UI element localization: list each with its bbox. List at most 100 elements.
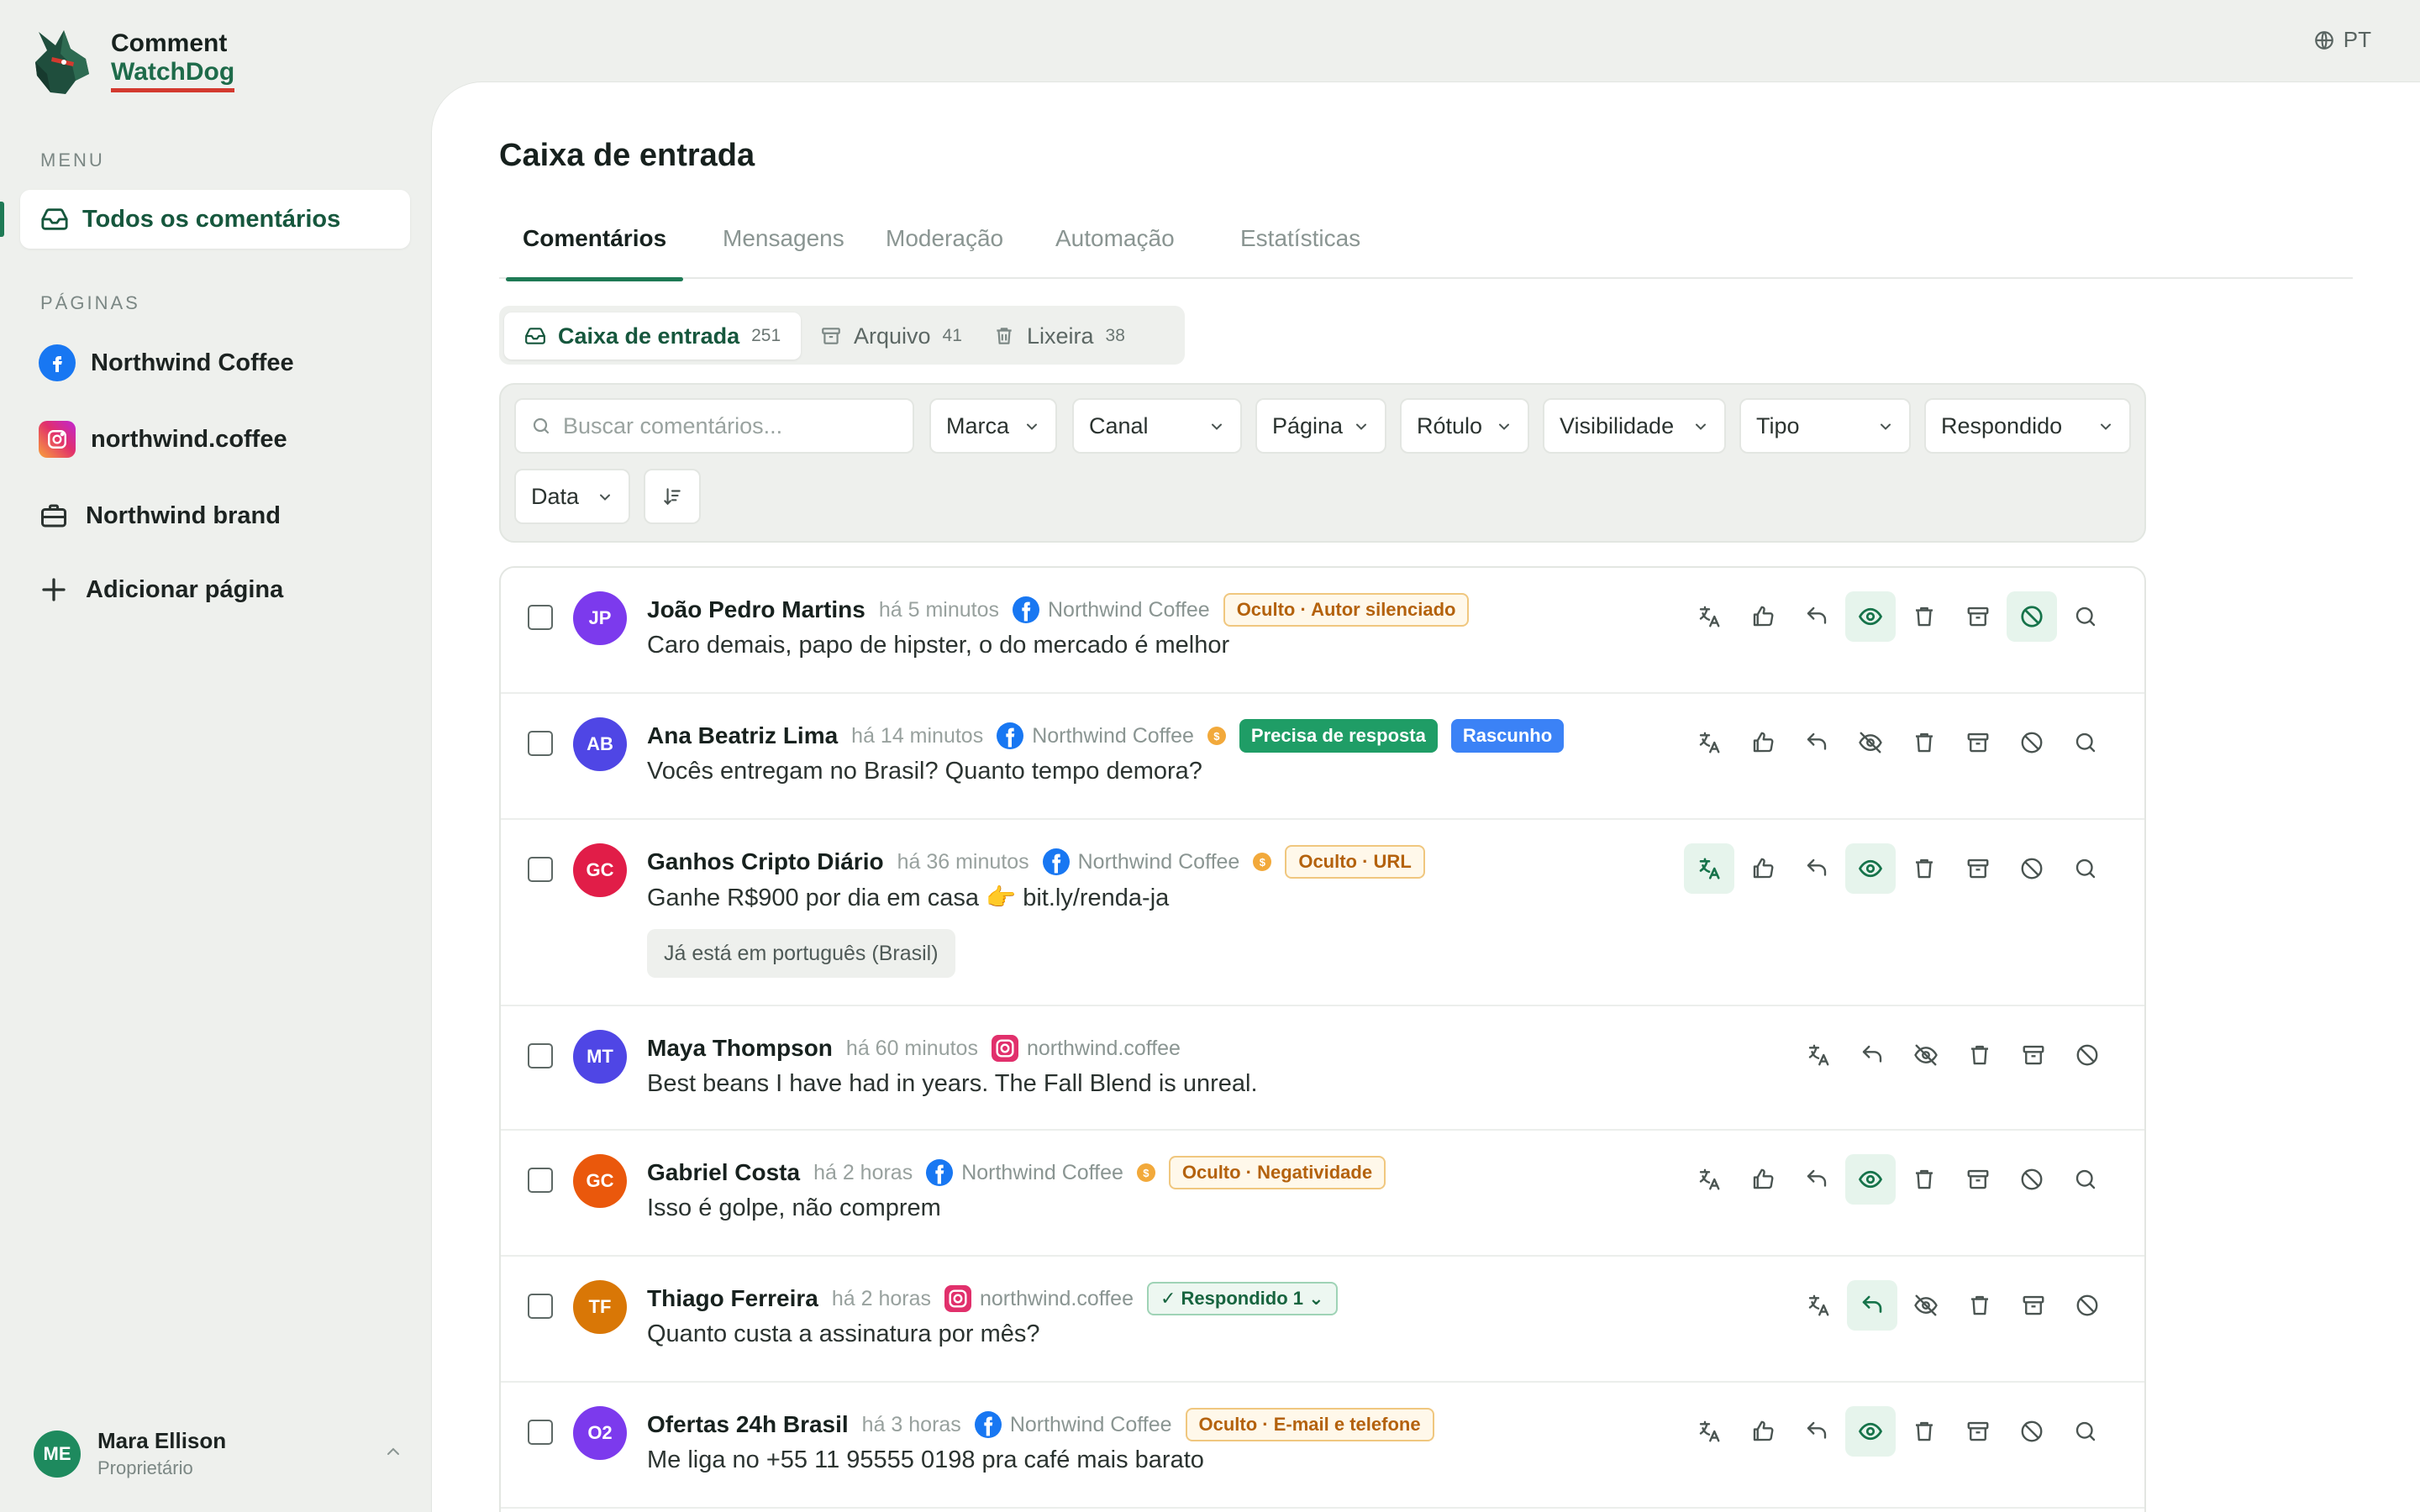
delete-button[interactable] bbox=[1899, 591, 1949, 642]
search-input[interactable]: Buscar comentários... bbox=[514, 398, 914, 454]
block-author-button[interactable] bbox=[2007, 717, 2057, 768]
user-menu[interactable]: ME Mara Ellison Proprietário bbox=[34, 1428, 403, 1479]
page-name[interactable]: northwind.coffee bbox=[1027, 1037, 1181, 1061]
reply-button[interactable] bbox=[1791, 717, 1842, 768]
page-name[interactable]: northwind.coffee bbox=[980, 1287, 1134, 1311]
language-switcher[interactable]: PT bbox=[2313, 27, 2371, 53]
visibility-toggle[interactable] bbox=[1845, 843, 1896, 894]
inspect-button[interactable] bbox=[2060, 1406, 2111, 1457]
segment-inbox[interactable]: Caixa de entrada 251 bbox=[504, 312, 802, 360]
block-author-button[interactable] bbox=[2007, 1406, 2057, 1457]
block-author-button[interactable] bbox=[2007, 843, 2057, 894]
archive-button[interactable] bbox=[1953, 843, 2003, 894]
like-button[interactable] bbox=[1738, 717, 1788, 768]
visibility-toggle[interactable] bbox=[1845, 1154, 1896, 1205]
tab-comentarios[interactable]: Comentários bbox=[505, 225, 684, 281]
translate-button[interactable] bbox=[1793, 1030, 1844, 1080]
row-checkbox[interactable] bbox=[528, 605, 553, 630]
filter-visibilidade[interactable]: Visibilidade bbox=[1543, 398, 1726, 454]
reply-button[interactable] bbox=[1791, 591, 1842, 642]
comment-row[interactable]: O2 Ofertas 24h Brasil há 3 horas Northwi… bbox=[501, 1383, 2144, 1509]
comment-row[interactable]: AB Ana Beatriz Lima há 14 minutos Northw… bbox=[501, 694, 2144, 820]
row-checkbox[interactable] bbox=[528, 1420, 553, 1445]
filter-pagina[interactable]: Página bbox=[1255, 398, 1386, 454]
translate-button[interactable] bbox=[1684, 1406, 1734, 1457]
comment-row[interactable]: JP João Pedro Martins há 5 minutos North… bbox=[501, 568, 2144, 694]
tab-automacao[interactable]: Automação bbox=[1055, 225, 1175, 279]
segment-trash[interactable]: Lixeira 38 bbox=[973, 312, 1145, 360]
archive-button[interactable] bbox=[1953, 591, 2003, 642]
author-name[interactable]: Ofertas 24h Brasil bbox=[647, 1411, 849, 1438]
translate-button[interactable] bbox=[1793, 1280, 1844, 1331]
visibility-toggle[interactable] bbox=[1845, 591, 1896, 642]
author-name[interactable]: João Pedro Martins bbox=[647, 596, 865, 623]
inspect-button[interactable] bbox=[2060, 717, 2111, 768]
visibility-toggle[interactable] bbox=[1901, 1030, 1951, 1080]
block-author-button[interactable] bbox=[2007, 1154, 2057, 1205]
comment-row[interactable]: GC Gabriel Costa há 2 horas Northwind Co… bbox=[501, 1131, 2144, 1257]
block-author-button[interactable] bbox=[2062, 1280, 2112, 1331]
delete-button[interactable] bbox=[1954, 1280, 2005, 1331]
visibility-toggle[interactable] bbox=[1901, 1280, 1951, 1331]
like-button[interactable] bbox=[1738, 591, 1788, 642]
comment-row[interactable]: TF Thiago Ferreira há 2 horas northwind.… bbox=[501, 1257, 2144, 1383]
archive-button[interactable] bbox=[2008, 1280, 2059, 1331]
like-button[interactable] bbox=[1738, 1154, 1788, 1205]
answered-badge[interactable]: ✓ Respondido 1 ⌄ bbox=[1146, 1282, 1338, 1315]
reply-button[interactable] bbox=[1791, 1154, 1842, 1205]
delete-button[interactable] bbox=[1954, 1030, 2005, 1080]
page-name[interactable]: Northwind Coffee bbox=[1078, 850, 1240, 874]
sidebar-page-northwind-coffee[interactable]: Northwind Coffee bbox=[39, 342, 294, 384]
inspect-button[interactable] bbox=[2060, 843, 2111, 894]
delete-button[interactable] bbox=[1899, 1406, 1949, 1457]
sidebar-item-all-comments[interactable]: Todos os comentários bbox=[0, 190, 410, 249]
sort-button[interactable] bbox=[644, 469, 701, 524]
tab-mensagens[interactable]: Mensagens bbox=[723, 225, 844, 279]
row-checkbox[interactable] bbox=[528, 857, 553, 882]
block-author-button[interactable] bbox=[2062, 1030, 2112, 1080]
author-name[interactable]: Ganhos Cripto Diário bbox=[647, 848, 884, 875]
delete-button[interactable] bbox=[1899, 843, 1949, 894]
page-name[interactable]: Northwind Coffee bbox=[1010, 1413, 1172, 1437]
visibility-toggle[interactable] bbox=[1845, 717, 1896, 768]
filter-canal[interactable]: Canal bbox=[1072, 398, 1242, 454]
page-name[interactable]: Northwind Coffee bbox=[1032, 724, 1194, 748]
author-name[interactable]: Thiago Ferreira bbox=[647, 1285, 818, 1312]
filter-rotulo[interactable]: Rótulo bbox=[1400, 398, 1529, 454]
comment-row[interactable]: GC Ganhos Cripto Diário há 36 minutos No… bbox=[501, 820, 2144, 1006]
translate-button[interactable] bbox=[1684, 843, 1734, 894]
app-logo[interactable]: Comment WatchDog bbox=[27, 25, 235, 96]
page-name[interactable]: Northwind Coffee bbox=[961, 1161, 1123, 1185]
translate-button[interactable] bbox=[1684, 717, 1734, 768]
inspect-button[interactable] bbox=[2060, 1154, 2111, 1205]
like-button[interactable] bbox=[1738, 843, 1788, 894]
comment-row[interactable]: MT Maya Thompson há 60 minutos northwind… bbox=[501, 1006, 2144, 1131]
translate-button[interactable] bbox=[1684, 1154, 1734, 1205]
block-author-button[interactable] bbox=[2007, 591, 2057, 642]
reply-button[interactable] bbox=[1791, 1406, 1842, 1457]
delete-button[interactable] bbox=[1899, 717, 1949, 768]
filter-data[interactable]: Data bbox=[514, 469, 630, 524]
like-button[interactable] bbox=[1738, 1406, 1788, 1457]
filter-marca[interactable]: Marca bbox=[929, 398, 1057, 454]
row-checkbox[interactable] bbox=[528, 1168, 553, 1193]
tab-estatisticas[interactable]: Estatísticas bbox=[1240, 225, 1360, 279]
tab-moderacao[interactable]: Moderação bbox=[886, 225, 1003, 279]
add-page-button[interactable]: Adicionar página bbox=[39, 569, 283, 611]
archive-button[interactable] bbox=[2008, 1030, 2059, 1080]
reply-button[interactable] bbox=[1847, 1280, 1897, 1331]
author-name[interactable]: Gabriel Costa bbox=[647, 1159, 800, 1186]
reply-button[interactable] bbox=[1847, 1030, 1897, 1080]
author-name[interactable]: Ana Beatriz Lima bbox=[647, 722, 838, 749]
reply-button[interactable] bbox=[1791, 843, 1842, 894]
archive-button[interactable] bbox=[1953, 1406, 2003, 1457]
filter-respondido[interactable]: Respondido bbox=[1924, 398, 2131, 454]
archive-button[interactable] bbox=[1953, 717, 2003, 768]
archive-button[interactable] bbox=[1953, 1154, 2003, 1205]
delete-button[interactable] bbox=[1899, 1154, 1949, 1205]
page-name[interactable]: Northwind Coffee bbox=[1048, 598, 1210, 622]
row-checkbox[interactable] bbox=[528, 731, 553, 756]
row-checkbox[interactable] bbox=[528, 1294, 553, 1319]
row-checkbox[interactable] bbox=[528, 1043, 553, 1068]
segment-archive[interactable]: Arquivo 41 bbox=[800, 312, 982, 360]
